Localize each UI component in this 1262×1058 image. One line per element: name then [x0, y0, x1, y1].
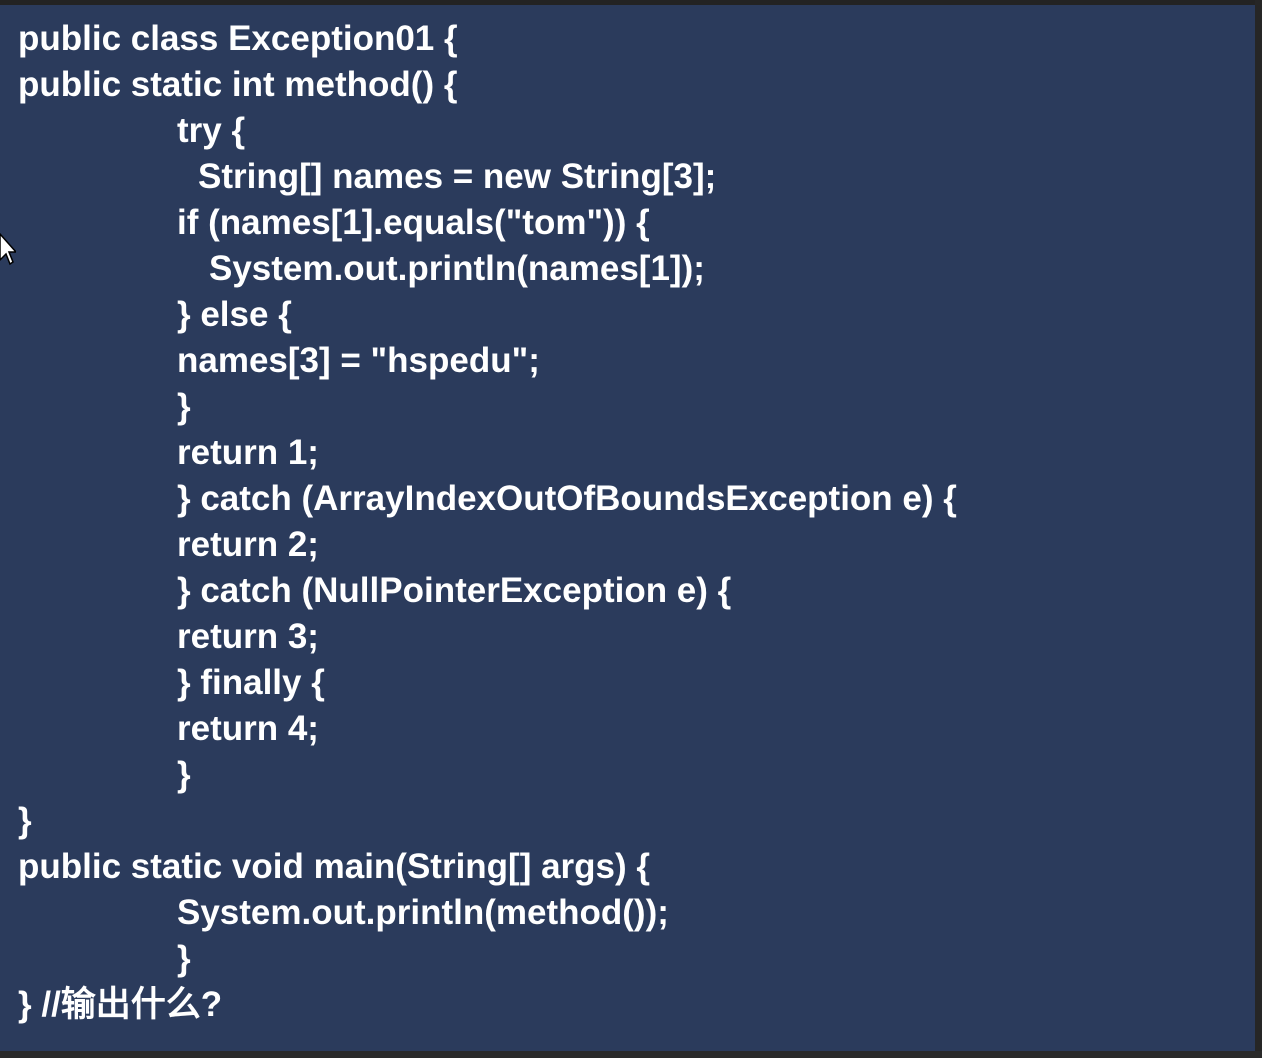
mouse-pointer-icon	[0, 232, 16, 266]
code-line-12: return 2;	[177, 525, 319, 564]
code-line-10: return 1;	[177, 433, 319, 472]
code-line-22: } //输出什么?	[18, 985, 223, 1024]
window-edge-right	[1255, 0, 1262, 1058]
code-line-17: }	[177, 755, 191, 794]
code-slide: public class Exception01 { public static…	[0, 5, 1255, 1051]
code-line-2: public static int method() {	[18, 65, 458, 104]
code-line-8: names[3] = "hspedu";	[177, 341, 540, 380]
code-line-5: if (names[1].equals("tom")) {	[177, 203, 650, 242]
code-line-3: try {	[177, 111, 246, 150]
code-line-4: String[] names = new String[3];	[198, 157, 717, 196]
code-line-14: return 3;	[177, 617, 319, 656]
code-line-9: }	[177, 387, 191, 426]
code-line-11: } catch (ArrayIndexOutOfBoundsException …	[177, 479, 957, 518]
code-line-16: return 4;	[177, 709, 319, 748]
code-line-18: }	[18, 801, 32, 840]
window-edge-bottom	[0, 1051, 1262, 1058]
code-line-7: } else {	[177, 295, 292, 334]
code-line-6: System.out.println(names[1]);	[209, 249, 705, 288]
code-line-13: } catch (NullPointerException e) {	[177, 571, 732, 610]
code-line-19: public static void main(String[] args) {	[18, 847, 651, 886]
screen-frame: public class Exception01 { public static…	[0, 0, 1262, 1058]
code-line-21: }	[177, 939, 191, 978]
code-line-15: } finally {	[177, 663, 325, 702]
code-line-20: System.out.println(method());	[177, 893, 669, 932]
code-line-1: public class Exception01 {	[18, 19, 458, 58]
